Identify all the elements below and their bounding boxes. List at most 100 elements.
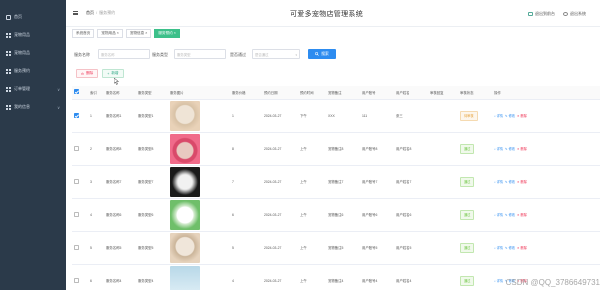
sidebar-item-home[interactable]: 首页 [0, 8, 66, 26]
breadcrumb: 首页 / 服务预约 [86, 10, 115, 16]
service-type-input[interactable]: 服务类型 [174, 49, 226, 59]
delete-row-button[interactable]: ✕ 删除 [517, 146, 527, 151]
note-cell: 宠物备注6 [326, 198, 360, 232]
status-badge: 通过 [460, 209, 475, 220]
date-cell: 2024-03-27 [262, 198, 298, 232]
sidebar-item-my-info[interactable]: 我的信息 ∨ [0, 98, 66, 116]
view-detail-button[interactable]: ⌕ 详情 [494, 278, 503, 283]
edit-button[interactable]: ✎ 修改 [505, 113, 515, 118]
search-form: 服务名称 服务名称 服务类型 服务类型 是否通过 是否通过 ▾ 搜索 [66, 48, 600, 62]
status-cell: 待审核 [458, 99, 492, 133]
search-button-label: 搜索 [321, 51, 329, 56]
audit-select[interactable]: 是否通过 ▾ [252, 49, 300, 59]
price-cell: 4 [230, 264, 262, 290]
edit-label: 修改 [508, 180, 515, 184]
table-row: 1 服务名称1 服务类型1 1 2024-03-27 下午 XXX 111 张三 待审核 ⌕ 详情 ✎… [72, 99, 600, 133]
sidebar-item-label: 订单管理 [14, 86, 30, 91]
column-header: 服务价格 [230, 86, 262, 100]
price-cell: 6 [230, 198, 262, 232]
row-select-cell[interactable] [72, 132, 88, 166]
sidebar-item-label: 服务预约 [14, 68, 30, 73]
monitor-icon [528, 11, 533, 16]
search-button[interactable]: 搜索 [308, 49, 336, 59]
service-type-label: 服务类型 [152, 52, 168, 57]
view-detail-button[interactable]: ⌕ 详情 [494, 146, 503, 151]
tab-pet-supplies[interactable]: 宠物用品 × [97, 29, 123, 38]
sidebar-item-pet-supplies[interactable]: 宠物用品 [0, 26, 66, 44]
delete-row-button[interactable]: ✕ 删除 [517, 179, 527, 184]
select-all-checkbox[interactable] [74, 89, 79, 95]
column-header: 服务名称 [104, 86, 136, 100]
column-header: 服务图片 [168, 86, 230, 100]
edit-button[interactable]: ✎ 修改 [505, 146, 515, 151]
view-detail-button[interactable]: ⌕ 详情 [494, 113, 503, 118]
row-select-cell[interactable] [72, 231, 88, 265]
service-image-cell [168, 99, 230, 133]
row-checkbox[interactable] [74, 178, 79, 184]
sidebar-item-service-booking[interactable]: 服务预约 [0, 62, 66, 80]
delete-row-button[interactable]: ✕ 删除 [517, 113, 527, 118]
service-name-cell: 服务名称6 [104, 198, 136, 232]
price-cell: 5 [230, 231, 262, 265]
grid-icon [6, 50, 11, 56]
edit-button[interactable]: ✎ 修改 [505, 245, 515, 250]
note-cell: XXX [326, 99, 360, 133]
delete-row-button[interactable]: ✕ 删除 [517, 212, 527, 217]
row-checkbox[interactable] [74, 112, 79, 118]
add-button[interactable]: + 新增 [102, 69, 124, 78]
tab-pet-info[interactable]: 宠物信息 × [125, 29, 152, 38]
to-frontend-link[interactable]: 退出到前台 [528, 11, 555, 17]
sidebar-item-pet-supplies-2[interactable]: 宠物用品 [0, 44, 66, 62]
row-checkbox[interactable] [74, 211, 79, 217]
menu-toggle-icon[interactable] [73, 11, 78, 15]
top-header: 首页 / 服务预约 可爱多宠物店管理系统 退出到前台 退出系统 [66, 0, 600, 27]
row-select-cell[interactable] [72, 198, 88, 232]
sidebar-item-orders[interactable]: 订单管理 ∨ [0, 80, 66, 98]
column-header: 宠物备注 [326, 86, 360, 100]
account-cell: 用户账号6 [360, 198, 394, 232]
row-checkbox[interactable] [74, 145, 79, 151]
logout-link[interactable]: 退出系统 [563, 11, 586, 17]
column-header: 预约日期 [262, 86, 298, 100]
tab-service-booking[interactable]: 服务预约 × [154, 29, 180, 38]
date-cell: 2024-03-27 [262, 99, 298, 133]
view-detail-button[interactable]: ⌕ 详情 [494, 245, 503, 250]
sidebar-item-label: 宠物用品 [14, 50, 30, 55]
edit-label: 修改 [508, 147, 515, 151]
status-badge: 待审核 [460, 110, 478, 121]
operations-cell: ⌕ 详情 ✎ 修改 ✕ 删除 [492, 165, 600, 199]
service-image [170, 199, 200, 230]
service-type-cell: 服务类型7 [136, 165, 168, 199]
delete-button[interactable]: ⊖ 删除 [76, 69, 99, 78]
select-all-cell[interactable] [72, 86, 88, 100]
row-checkbox[interactable] [74, 244, 79, 250]
tab-home[interactable]: 系统首页 [72, 29, 95, 38]
add-button-label: 新增 [111, 71, 119, 75]
service-type-cell: 服务类型6 [136, 198, 168, 232]
row-select-cell[interactable] [72, 165, 88, 199]
note-cell: 宠物备注4 [326, 264, 360, 290]
mouse-cursor-icon [114, 78, 119, 85]
edit-button[interactable]: ✎ 修改 [505, 212, 515, 217]
service-image-cell [168, 198, 230, 232]
row-checkbox[interactable] [74, 277, 79, 283]
date-cell: 2024-03-27 [262, 165, 298, 199]
view-detail-button[interactable]: ⌕ 详情 [494, 212, 503, 217]
service-name-input[interactable]: 服务名称 [98, 49, 150, 59]
service-image-cell [168, 231, 230, 265]
status-badge: 通过 [460, 242, 475, 253]
breadcrumb-home[interactable]: 首页 [86, 10, 94, 15]
status-badge: 通过 [460, 176, 475, 187]
audit-label: 是否通过 [230, 52, 246, 57]
time-cell: 下午 [298, 99, 326, 133]
index-cell: 5 [88, 231, 104, 265]
edit-label: 修改 [508, 213, 515, 217]
edit-button[interactable]: ✎ 修改 [505, 179, 515, 184]
service-type-cell: 服务类型1 [136, 99, 168, 133]
power-icon [563, 11, 568, 16]
row-select-cell[interactable] [72, 264, 88, 290]
note-cell: 宠物备注7 [326, 165, 360, 199]
row-select-cell[interactable] [72, 99, 88, 133]
delete-row-button[interactable]: ✕ 删除 [517, 245, 527, 250]
view-detail-button[interactable]: ⌕ 详情 [494, 179, 503, 184]
